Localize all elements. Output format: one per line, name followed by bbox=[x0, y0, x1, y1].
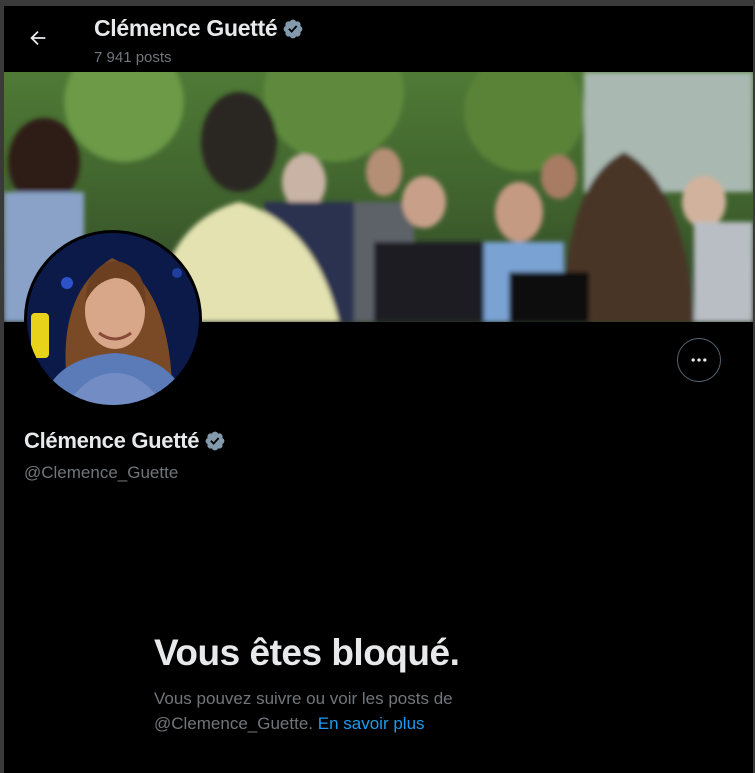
back-button[interactable] bbox=[20, 20, 56, 56]
post-count: 7 941 posts bbox=[94, 49, 172, 66]
header-name-row: Clémence Guetté bbox=[94, 15, 304, 42]
learn-more-link[interactable]: En savoir plus bbox=[318, 714, 425, 733]
more-options-icon bbox=[691, 358, 707, 362]
blocked-title: Vous êtes bloqué. bbox=[154, 632, 460, 673]
header-name: Clémence Guetté bbox=[94, 15, 278, 41]
top-bar: Clémence Guetté 7 941 posts bbox=[4, 6, 753, 72]
profile-handle: @Clemence_Guette bbox=[24, 463, 179, 482]
profile-name: Clémence Guetté bbox=[24, 428, 200, 453]
more-options-button[interactable] bbox=[677, 338, 721, 382]
profile-page: Clémence Guetté 7 941 posts Clémence Gue… bbox=[4, 6, 753, 773]
avatar-photo bbox=[27, 233, 199, 405]
avatar-image bbox=[27, 233, 199, 405]
arrow-left-icon bbox=[30, 30, 46, 46]
profile-name-row: Clémence Guetté bbox=[24, 428, 226, 454]
blocked-description: Vous pouvez suivre ou voir les posts de … bbox=[154, 686, 534, 736]
verified-badge-icon bbox=[284, 19, 303, 38]
profile-avatar[interactable] bbox=[24, 230, 202, 408]
blocked-description-text: Vous pouvez suivre ou voir les posts de bbox=[154, 689, 453, 708]
verified-badge-icon bbox=[205, 431, 225, 451]
blocked-description-handle: @Clemence_Guette. bbox=[154, 714, 314, 733]
